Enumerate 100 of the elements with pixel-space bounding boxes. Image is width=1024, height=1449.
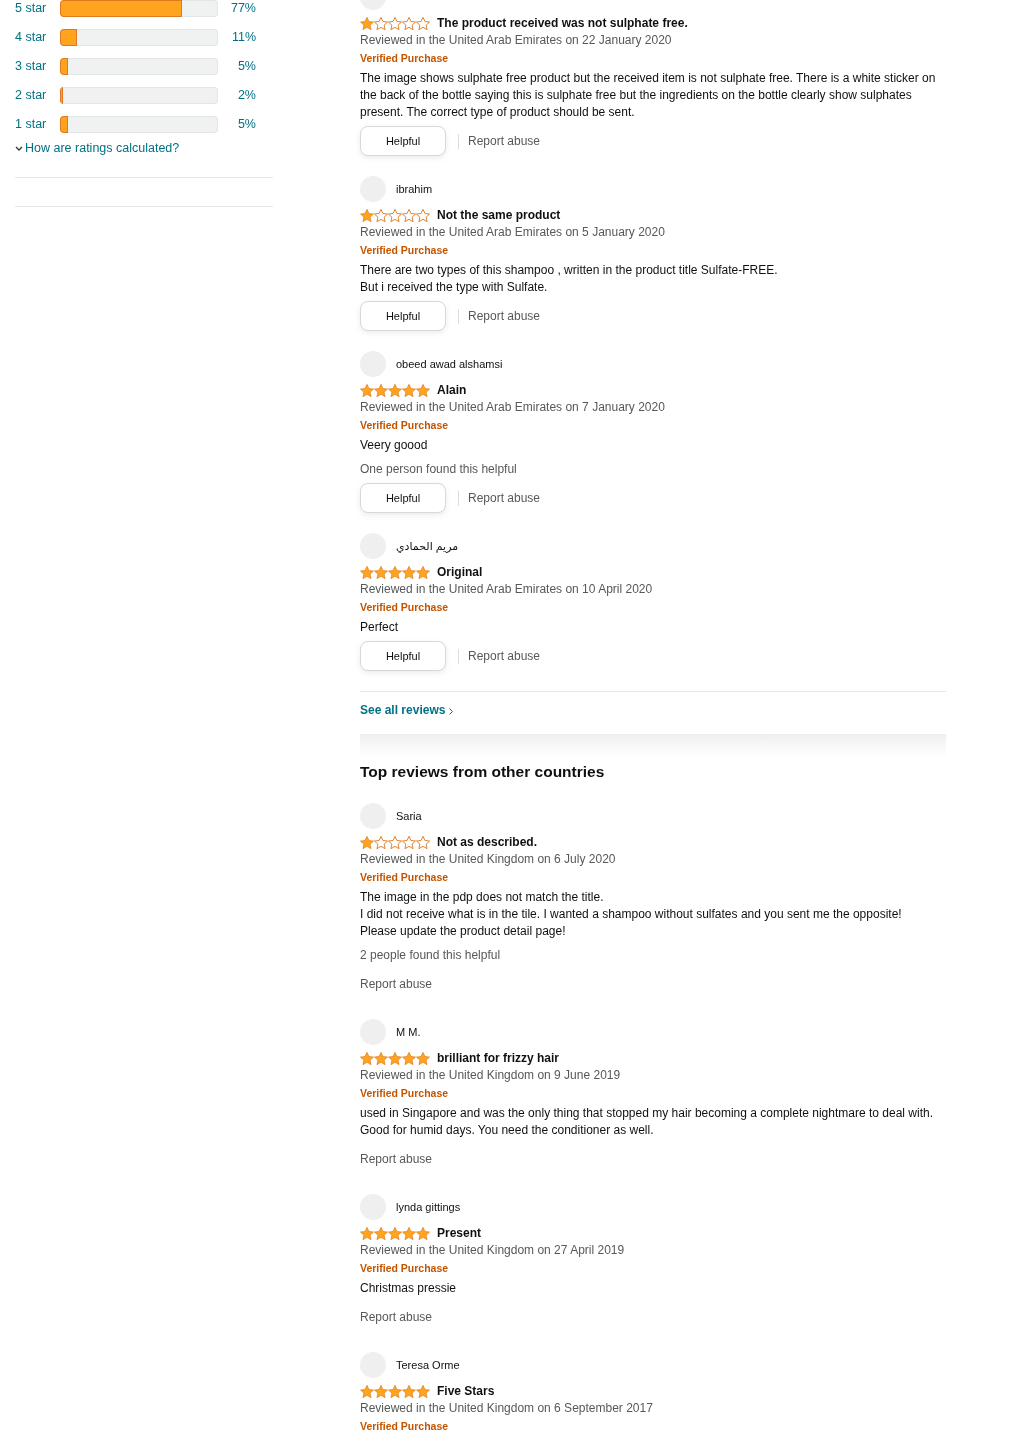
star-icon [388, 565, 402, 579]
verified-purchase-text: Verified Purchase [360, 1419, 450, 1434]
report-abuse-link[interactable]: Report abuse [468, 489, 541, 507]
star-icon [360, 383, 374, 397]
review-title: Five Stars [437, 1383, 495, 1400]
star-icon [416, 383, 430, 397]
verified-purchase-text: Verified Purchase [360, 870, 450, 885]
star-icon [360, 208, 374, 222]
rating-percent-link[interactable]: 5% [218, 58, 256, 75]
star-icon [402, 1384, 416, 1398]
helpful-button[interactable]: Helpful [360, 301, 446, 331]
star-outline-icon [402, 208, 416, 222]
helpful-button[interactable]: Helpful [360, 641, 446, 671]
section-heading: Top reviews from other countries [360, 762, 606, 782]
star-outline-icon [402, 16, 416, 30]
star-icon [388, 1384, 402, 1398]
verified-purchase-text: Verified Purchase [360, 243, 450, 258]
star-icon [416, 565, 430, 579]
star-icon [360, 1051, 374, 1065]
star-icon [360, 16, 374, 30]
review-date-text: Reviewed in the United Arab Emirates on 10 April 2020 [360, 581, 654, 598]
helpful-button[interactable]: Helpful [360, 483, 446, 513]
review-date-text: Reviewed in the United Kingdom on 9 June 2019 [360, 1067, 622, 1084]
reviewer-name: مريم الحمادي [396, 539, 459, 553]
review-text: The image shows sulphate free product but the received item is not sulphate free. There is a white sticker on the back of the bottle saying this is sulphate free but the ingredients on the bottle clearly show sulphates present. The correct type of product should be sent. [360, 70, 937, 121]
star-filter-link[interactable]: 1 star [15, 116, 60, 133]
star-icon [374, 1226, 388, 1240]
verified-purchase-text: Verified Purchase [360, 600, 450, 615]
star-outline-icon [374, 16, 388, 30]
star-icon [360, 835, 374, 849]
star-icon [402, 1051, 416, 1065]
report-abuse-link[interactable]: Report abuse [360, 1150, 433, 1168]
star-icon [402, 565, 416, 579]
star-icon [388, 1226, 402, 1240]
star-icon [360, 1384, 374, 1398]
see-all-reviews-link[interactable]: See all reviews [360, 703, 446, 718]
verified-purchase-text: Verified Purchase [360, 1261, 450, 1276]
review-text: Perfect [360, 619, 399, 636]
star-outline-icon [388, 16, 402, 30]
report-abuse-link[interactable]: Report abuse [360, 1308, 433, 1326]
review-text: Veery goood [360, 437, 429, 454]
rating-percent-link[interactable]: 77% [218, 0, 256, 17]
star-outline-icon [388, 208, 402, 222]
reviewer-name: M M. [396, 1025, 421, 1039]
helpful-count-text: 2 people found this helpful [360, 947, 502, 964]
star-outline-icon [402, 835, 416, 849]
review-date-text: Reviewed in the United Kingdom on 27 April 2019 [360, 1242, 626, 1259]
star-filter-link[interactable]: 2 star [15, 87, 60, 104]
report-abuse-link[interactable]: Report abuse [360, 975, 433, 993]
verified-purchase-text: Verified Purchase [360, 1086, 450, 1101]
report-abuse-link[interactable]: Report abuse [468, 307, 541, 325]
star-icon [374, 565, 388, 579]
review-title: Not as described. [437, 834, 538, 851]
star-outline-icon [388, 835, 402, 849]
helpful-count-text: One person found this helpful [360, 461, 518, 478]
review-title: Not the same product [437, 207, 561, 224]
chevron-right-icon [449, 708, 454, 715]
rating-percent-link[interactable]: 5% [218, 116, 256, 133]
review-text: The image in the pdp does not match the title. I did not receive what is in the tile. I wanted a shampoo without sulfates and you sent me the opposite! Please update the product detail page! [360, 889, 903, 940]
star-icon [388, 1051, 402, 1065]
star-icon [416, 1051, 430, 1065]
review-date-text: Reviewed in the United Kingdom on 6 July 2020 [360, 851, 617, 868]
star-filter-link[interactable]: 5 star [15, 0, 60, 17]
review-text: There are two types of this shampoo , written in the product title Sulfate-FREE. But i received the type with Sulfate. [360, 262, 779, 296]
star-icon [374, 383, 388, 397]
helpful-button[interactable]: Helpful [360, 126, 446, 156]
review-date-text: Reviewed in the United Kingdom on 6 September 2017 [360, 1400, 654, 1417]
star-icon [402, 1226, 416, 1240]
review-text: used in Singapore and was the only thing that stopped my hair becoming a complete nightmare to deal with. Good for humid days. You need the conditioner as well. [360, 1105, 934, 1139]
review-date-text: Reviewed in the United Arab Emirates on 7 January 2020 [360, 399, 666, 416]
rating-percent-link[interactable]: 2% [218, 87, 256, 104]
review-date-text: Reviewed in the United Arab Emirates on 22 January 2020 [360, 32, 673, 49]
star-outline-icon [416, 835, 430, 849]
star-icon [402, 383, 416, 397]
ratings-help-link[interactable]: How are ratings calculated? [25, 141, 180, 156]
star-outline-icon [416, 16, 430, 30]
star-outline-icon [374, 835, 388, 849]
review-text: Christmas pressie [360, 1280, 458, 1297]
verified-purchase-text: Verified Purchase [360, 51, 450, 66]
star-icon [388, 383, 402, 397]
star-filter-link[interactable]: 4 star [15, 29, 60, 46]
report-abuse-link[interactable]: Report abuse [468, 647, 541, 665]
review-title: Present [437, 1225, 482, 1242]
star-icon [360, 1226, 374, 1240]
chevron-down-icon [15, 146, 23, 151]
star-outline-icon [374, 208, 388, 222]
star-filter-link[interactable]: 3 star [15, 58, 60, 75]
review-title: The product received was not sulphate free. [437, 15, 688, 32]
reviewer-name: Teresa Orme [396, 1358, 460, 1372]
review-title: brilliant for frizzy hair [437, 1050, 559, 1067]
review-date-text: Reviewed in the United Arab Emirates on 5 January 2020 [360, 224, 666, 241]
review-title: Alain [437, 382, 467, 399]
star-icon [374, 1384, 388, 1398]
reviewer-name: obeed awad alshamsi [396, 357, 503, 371]
verified-purchase-text: Verified Purchase [360, 418, 450, 433]
reviewer-name: Saria [396, 809, 422, 823]
review-title: Original [437, 564, 483, 581]
report-abuse-link[interactable]: Report abuse [468, 132, 541, 150]
reviewer-name: lynda gittings [396, 1200, 461, 1214]
rating-percent-link[interactable]: 11% [218, 29, 256, 46]
